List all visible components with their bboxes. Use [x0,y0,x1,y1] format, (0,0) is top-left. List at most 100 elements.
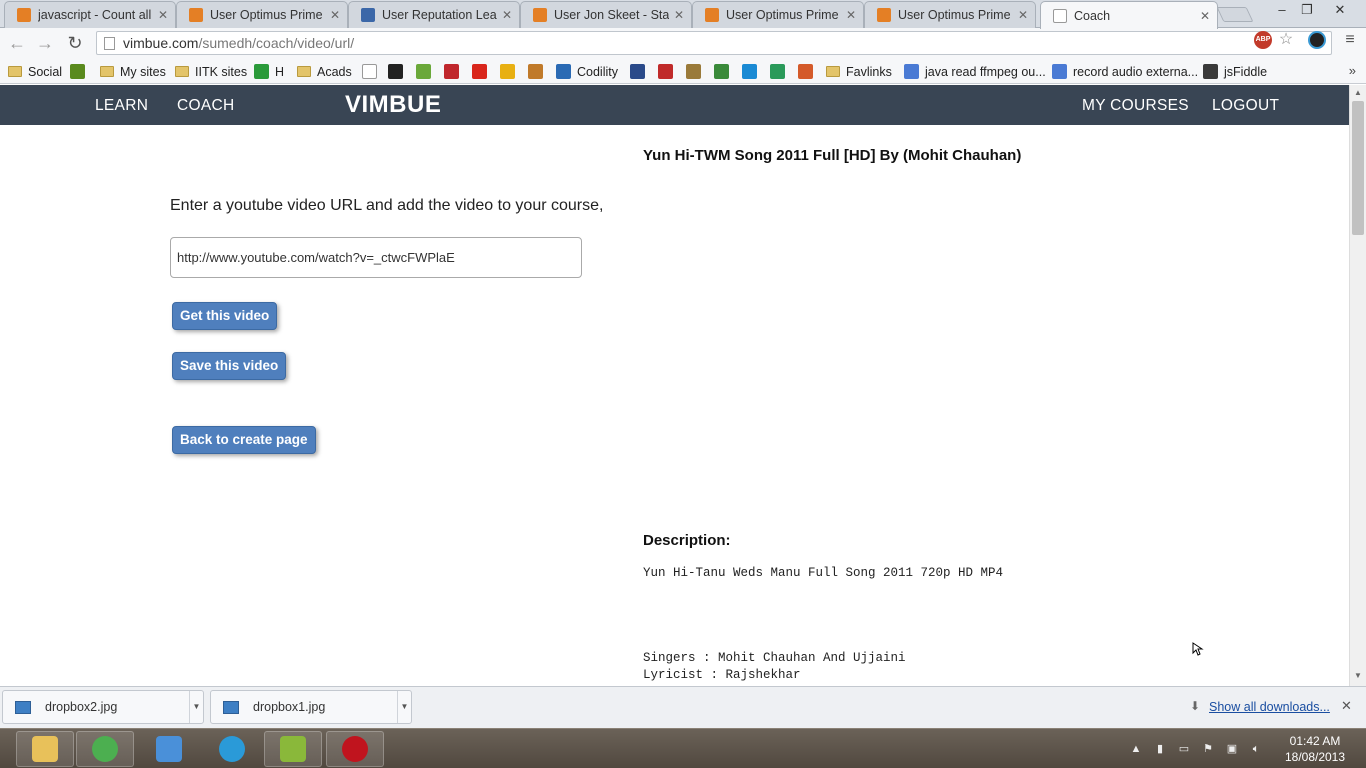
bookmark-icon-link[interactable] [388,62,409,81]
download-menu-arrow-icon[interactable]: ▼ [189,691,203,723]
bookmark-icon-link[interactable] [630,62,651,81]
taskbar-chrome[interactable] [76,731,134,767]
browser-tab[interactable]: User Reputation Leagu ✕ [348,1,520,28]
bookmark-icon-link[interactable] [798,62,819,81]
forward-arrow-icon[interactable]: → [34,32,56,54]
bookmarks-overflow-icon[interactable]: » [1349,63,1356,78]
page-scrollbar[interactable]: ▲ ▼ [1349,85,1366,686]
tray-app-icon[interactable]: ▮ [1153,743,1167,755]
scroll-down-arrow-icon[interactable]: ▼ [1353,671,1363,680]
extension-icon[interactable] [1308,31,1326,49]
bookmark-icon-link[interactable] [416,62,437,81]
tab-favicon-icon [189,8,203,22]
bookmark-icon-link[interactable] [770,62,791,81]
taskbar-file-explorer[interactable] [16,731,74,767]
download-menu-arrow-icon[interactable]: ▼ [397,691,411,723]
tab-title: javascript - Count all d [38,8,153,22]
tab-close-icon[interactable]: ✕ [1017,8,1029,22]
browser-tab[interactable]: Coach ✕ [1040,1,1218,29]
taskbar-recorder[interactable] [326,731,384,767]
reload-icon[interactable]: ↻ [64,32,86,54]
bookmark-favlinks[interactable]: Favlinks [826,62,892,81]
browser-tab[interactable]: User Optimus Prime - ✕ [692,1,864,28]
clock-time[interactable]: 01:42 AM [1279,734,1351,748]
adblock-icon[interactable]: ABP [1254,31,1272,49]
tab-close-icon[interactable]: ✕ [1199,9,1211,23]
minimize-button[interactable]: – [1268,2,1296,18]
tab-close-icon[interactable]: ✕ [501,8,513,22]
tab-title: Coach [1074,8,1111,23]
tab-close-icon[interactable]: ✕ [329,8,341,22]
folder-icon [297,66,311,77]
youtube-url-input[interactable] [170,237,582,278]
url-text[interactable]: vimbue.com/sumedh/coach/video/url/ [123,35,354,51]
nav-logout-link[interactable]: LOGOUT [1212,97,1279,115]
bookmark-label: record audio externa... [1073,64,1199,79]
tab-title: User Optimus Prime - [726,8,841,22]
tab-close-icon[interactable]: ✕ [157,8,169,22]
show-all-downloads-link[interactable]: Show all downloads... [1209,700,1330,714]
bookmark-my-sites[interactable]: My sites [100,62,166,81]
back-arrow-icon[interactable]: ← [6,32,28,54]
chrome-menu-icon[interactable]: ≡ [1341,31,1359,49]
bookmark-social[interactable]: Social [8,62,62,81]
close-window-button[interactable]: ✕ [1326,2,1354,18]
video-player-area[interactable] [643,180,1203,520]
bookmark-codility[interactable]: Codility [556,62,618,81]
bookmark-jsfiddle[interactable]: jsFiddle [1203,62,1267,81]
bookmark-star-icon[interactable]: ☆ [1277,31,1295,49]
bookmark-icon-link[interactable] [444,62,465,81]
volume-icon[interactable]: 🔈︎ [1249,743,1263,755]
bookmark-favicon-icon [770,64,785,79]
browser-tab[interactable]: User Jon Skeet - Stack ✕ [520,1,692,28]
bookmark-h[interactable]: H [254,62,284,81]
tray-display-icon[interactable]: ▭ [1177,743,1191,755]
bookmark-iitk-sites[interactable]: IITK sites [175,62,247,81]
nav-learn-link[interactable]: LEARN [95,97,148,115]
close-shelf-icon[interactable]: ✕ [1341,698,1352,714]
new-tab-button[interactable] [1216,7,1254,22]
site-logo[interactable]: VIMBUE [345,91,441,119]
tab-close-icon[interactable]: ✕ [845,8,857,22]
folder-icon [175,66,189,77]
bookmark-icon-link[interactable] [70,62,91,81]
nav-coach-link[interactable]: COACH [177,97,234,115]
bookmark-icon-link[interactable] [658,62,679,81]
clock-date[interactable]: 18/08/2013 [1279,750,1351,764]
bookmark-icon-link[interactable] [528,62,549,81]
back-to-create-button[interactable]: Back to create page [172,426,316,454]
save-video-button[interactable]: Save this video [172,352,287,380]
restore-button[interactable]: ❐ [1293,2,1321,18]
scroll-up-arrow-icon[interactable]: ▲ [1353,88,1363,97]
taskbar-notepad[interactable] [264,731,322,767]
tab-favicon-icon [533,8,547,22]
scroll-thumb[interactable] [1352,101,1364,235]
video-title: Yun Hi-TWM Song 2011 Full [HD] By (Mohit… [643,147,1022,164]
bookmark-acads[interactable]: Acads [297,62,352,81]
bookmark-icon-link[interactable] [362,62,383,81]
tab-title: User Optimus Prime - [210,8,325,22]
nav-my-courses-link[interactable]: MY COURSES [1082,97,1189,115]
bookmark-label: Favlinks [846,64,892,79]
flag-icon[interactable]: ⚑ [1201,743,1215,755]
address-bar[interactable]: vimbue.com/sumedh/coach/video/url/ [96,31,1332,55]
taskbar-app[interactable] [140,731,198,767]
bookmark-icon-link[interactable] [686,62,707,81]
network-icon[interactable]: ▣ [1225,743,1239,755]
tray-expand-icon[interactable]: ▲ [1129,743,1143,755]
bookmark-icon-link[interactable] [500,62,521,81]
browser-tab[interactable]: User Optimus Prime - ✕ [176,1,348,28]
tab-favicon-icon [361,8,375,22]
browser-tab[interactable]: User Optimus Prime - ✕ [864,1,1036,28]
bookmark-icon-link[interactable] [714,62,735,81]
download-item[interactable]: dropbox2.jpg ▼ [2,690,204,724]
taskbar-skype[interactable] [203,731,261,767]
bookmark-java-read-ffmpeg-ou[interactable]: java read ffmpeg ou... [904,62,1046,81]
browser-tab[interactable]: javascript - Count all d ✕ [4,1,176,28]
bookmark-icon-link[interactable] [472,62,493,81]
get-video-button[interactable]: Get this video [172,302,278,330]
bookmark-record-audio-externa[interactable]: record audio externa... [1052,62,1198,81]
download-item[interactable]: dropbox1.jpg ▼ [210,690,412,724]
tab-close-icon[interactable]: ✕ [673,8,685,22]
bookmark-icon-link[interactable] [742,62,763,81]
